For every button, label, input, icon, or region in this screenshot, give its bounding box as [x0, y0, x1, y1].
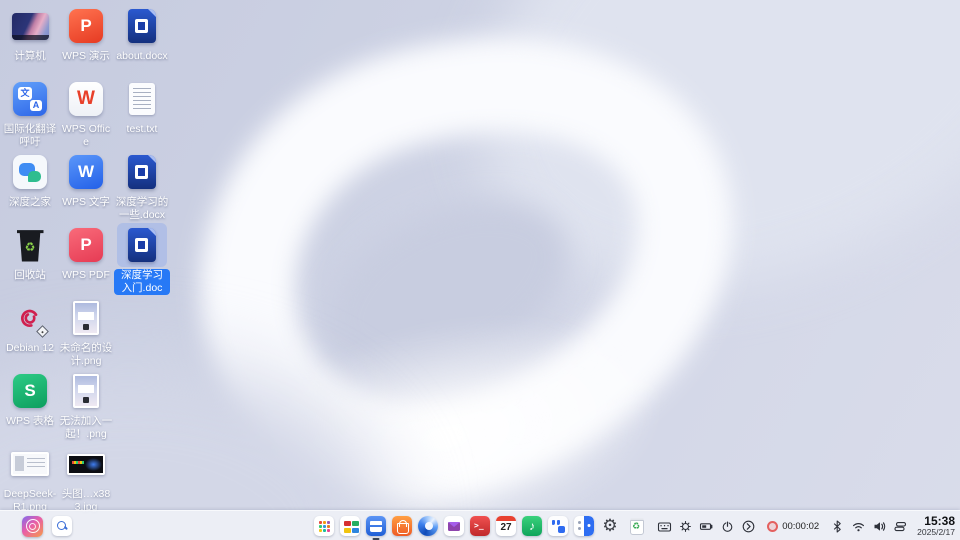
desktop-icon-wps-office[interactable]: WPS Office	[58, 77, 114, 150]
icon-label: 无法加入一起！.png	[59, 415, 113, 441]
image-thumbnail-icon	[61, 369, 111, 413]
icon-label-selected: 深度学习入门.doc	[114, 269, 170, 296]
taskbar-tray: 00:00:02 15:38 2025/2/17	[657, 511, 955, 540]
desktop-icon-header-jpg[interactable]: 头图…x383.jpg	[58, 442, 114, 515]
wps-pdf-icon	[61, 223, 111, 267]
empty-cell	[114, 296, 170, 369]
desktop-icon-wps-sheets[interactable]: WPS 表格	[2, 369, 58, 442]
taskbar-left-group	[22, 511, 72, 540]
keyboard-icon[interactable]	[657, 519, 672, 534]
computer-icon	[5, 4, 55, 48]
desktop-icon-wps-pdf[interactable]: WPS PDF	[58, 223, 114, 296]
wps-sheets-icon	[5, 369, 55, 413]
dock-calendar-icon[interactable]: 27	[495, 514, 517, 538]
icon-label: Debian 12	[6, 342, 54, 354]
dock-mail-icon[interactable]	[443, 514, 465, 538]
desktop-icon-deepin-home[interactable]: 深度之家	[2, 150, 58, 223]
clock-date: 2025/2/17	[917, 527, 955, 537]
desktop-icon-computer[interactable]: 计算机	[2, 4, 58, 77]
dock-terminal-icon[interactable]	[469, 514, 491, 538]
icon-label: 深度学习的一些.docx	[115, 196, 169, 222]
debian-icon	[5, 296, 55, 340]
desktop-screen: 计算机 WPS 演示 about.docx 国际化翻译呼吁 WPS Office…	[0, 0, 960, 540]
clock-time: 15:38	[924, 514, 955, 528]
deepin-home-icon	[5, 150, 55, 194]
dock-text-editor-icon[interactable]	[547, 514, 569, 538]
bluetooth-icon[interactable]	[830, 519, 845, 534]
dock-trash-icon[interactable]	[625, 514, 647, 538]
doc-file-icon	[117, 223, 167, 267]
icon-label: WPS 文字	[62, 196, 110, 208]
icon-label: about.docx	[116, 50, 168, 62]
icon-label: WPS Office	[61, 123, 111, 149]
desktop-icon-doc-selected[interactable]: 深度学习入门.doc	[114, 223, 170, 296]
image-thumbnail-icon	[61, 296, 111, 340]
desktop-icon-deepseek-png[interactable]: DeepSeek-R1.png	[2, 442, 58, 515]
docx-file-icon	[117, 4, 167, 48]
battery-icon[interactable]	[699, 519, 714, 534]
dock-music-icon[interactable]	[521, 514, 543, 538]
icon-label: 深度之家	[9, 196, 51, 208]
desktop-icon-recycle-bin[interactable]: 回收站	[2, 223, 58, 296]
icon-label: 计算机	[14, 50, 46, 62]
layers-icon[interactable]	[893, 519, 908, 534]
tray-expand-icon[interactable]	[741, 519, 756, 534]
dock-control-center-icon[interactable]	[573, 514, 595, 538]
dock-file-manager-icon[interactable]	[365, 514, 387, 538]
taskbar: 27	[0, 510, 960, 540]
icon-label: WPS PDF	[62, 269, 110, 281]
icon-label: WPS 演示	[62, 50, 110, 62]
recording-dot-icon	[767, 520, 779, 532]
taskbar-dock: 27	[313, 511, 647, 540]
wps-writer-icon	[61, 150, 111, 194]
dock-app-store-icon[interactable]	[391, 514, 413, 538]
volume-icon[interactable]	[872, 519, 887, 534]
recycle-bin-icon	[5, 223, 55, 267]
search-icon[interactable]	[52, 516, 72, 536]
icon-label: 国际化翻译呼吁	[3, 123, 57, 149]
dock-launchpad-icon[interactable]	[313, 514, 335, 538]
recording-timer: 00:00:02	[782, 520, 820, 532]
translator-icon	[5, 77, 55, 121]
dock-settings-gear-icon[interactable]	[599, 514, 621, 538]
desktop-icon-grid: 计算机 WPS 演示 about.docx 国际化翻译呼吁 WPS Office…	[2, 4, 170, 515]
desktop-icon-about-docx[interactable]: about.docx	[114, 4, 170, 77]
desktop-icon-debian[interactable]: Debian 12	[2, 296, 58, 369]
image-thumbnail-icon	[5, 442, 55, 486]
calendar-day: 27	[500, 522, 512, 533]
icon-label: WPS 表格	[6, 415, 54, 427]
clock[interactable]: 15:38 2025/2/17	[917, 515, 955, 537]
desktop-icon-wps-writer[interactable]: WPS 文字	[58, 150, 114, 223]
icon-label: test.txt	[126, 123, 158, 135]
wps-presentation-icon	[61, 4, 111, 48]
desktop-icon-wps-presentation[interactable]: WPS 演示	[58, 4, 114, 77]
dock-browser-icon[interactable]	[417, 514, 439, 538]
desktop-icon-join-png[interactable]: 无法加入一起！.png	[58, 369, 114, 442]
wps-office-icon	[61, 77, 111, 121]
power-icon[interactable]	[720, 519, 735, 534]
icon-label: 回收站	[14, 269, 46, 281]
screen-recording-indicator[interactable]: 00:00:02	[767, 520, 820, 532]
text-file-icon	[117, 77, 167, 121]
desktop-icon-design-png[interactable]: 未命名的设计.png	[58, 296, 114, 369]
gear-icon[interactable]	[678, 519, 693, 534]
dock-app-tiles-icon[interactable]	[339, 514, 361, 538]
launcher-icon[interactable]	[22, 515, 43, 537]
docx-file-icon	[117, 150, 167, 194]
wifi-icon[interactable]	[851, 519, 866, 534]
image-thumbnail-icon	[61, 442, 111, 486]
icon-label: 未命名的设计.png	[59, 342, 113, 368]
desktop-icon-translator[interactable]: 国际化翻译呼吁	[2, 77, 58, 150]
empty-cell	[114, 369, 170, 442]
desktop-icon-docx-notes[interactable]: 深度学习的一些.docx	[114, 150, 170, 223]
desktop-icon-test-txt[interactable]: test.txt	[114, 77, 170, 150]
